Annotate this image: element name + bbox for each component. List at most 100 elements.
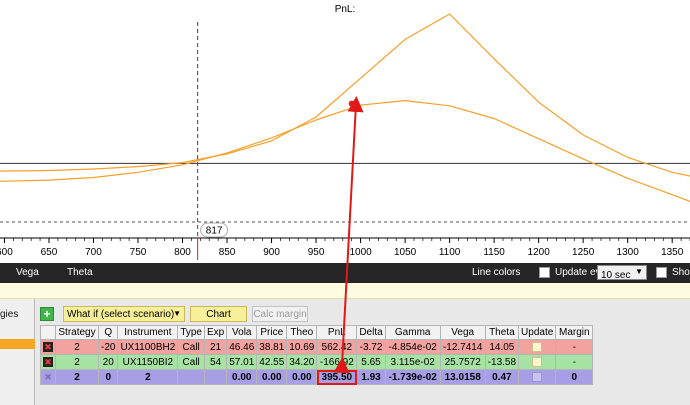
price-cell[interactable]: 42.55 [256,354,288,370]
update-cell[interactable] [518,339,557,355]
theo-cell: 10.69 [286,339,318,355]
delta-cell: -3.72 [356,339,386,355]
x-tick-label: 750 [130,247,147,258]
x-tick-label: 950 [308,247,325,258]
x-tick-label: 700 [85,247,102,258]
quantity-cell[interactable]: -20 [97,339,119,355]
x-tick-label: 600 [0,247,13,258]
vola-cell[interactable]: 57.01 [226,354,258,370]
chart-title: PnL: [334,4,356,15]
line-colors-link[interactable]: Line colors [472,267,520,278]
pnl-cell: -166.92 [316,354,358,370]
x-tick-label: 1350 [661,247,684,258]
x-tick-label: 900 [263,247,280,258]
table-row[interactable]: ✖ 2 -20 UX1100BH2 Call 21 46.46 38.81 10… [40,339,594,355]
column-header[interactable]: Type [177,325,205,340]
gamma-cell: -4.854e-02 [384,339,441,355]
delta-cell: 1.93 [356,369,386,385]
x-tick-label: 1100 [439,247,461,258]
update-every-checkbox[interactable] [539,267,550,278]
strategy-panel: gies + What if (select scenario) ▼ Chart… [0,299,690,405]
theo-cell: 34.20 [286,354,318,370]
info-strip [0,283,690,299]
column-header[interactable]: Theta [484,325,520,340]
delete-icon: ✖ [44,371,52,382]
greeks-toolbar: Vega Theta Line colors Update every 10 s… [0,263,690,283]
x-tick-label: 1050 [394,247,417,258]
vega-cell: 13.0158 [439,369,486,385]
theta-cell: 0.47 [484,369,520,385]
type-cell [177,369,205,385]
x-tick-label: 800 [174,247,191,258]
price-cell: 0.00 [256,369,288,385]
update-checkbox[interactable] [532,356,543,367]
show-checkbox[interactable] [656,267,667,278]
update-checkbox[interactable] [532,341,543,352]
scenario-select-value: What if (select scenario) [67,309,175,320]
theta-toggle[interactable]: Theta [67,267,93,278]
exp-cell [203,369,228,385]
column-header[interactable]: Vega [439,325,486,340]
instrument-cell: 2 [117,369,179,385]
instrument-cell[interactable]: UX1100BH2 [117,339,179,355]
column-header[interactable]: Delta [356,325,386,340]
strategy-cell[interactable]: 2 [55,339,99,355]
update-interval-select[interactable]: 10 sec ▼ [597,265,647,281]
column-header[interactable]: Instrument [117,325,179,340]
x-tick-label: 1000 [349,247,372,258]
strategies-sidebar-label: gies [0,309,19,320]
price-cell[interactable]: 38.81 [256,339,288,355]
delete-row-cell[interactable]: ✖ [40,354,56,370]
update-interval-value: 10 sec [601,270,631,281]
update-cell[interactable] [518,354,557,370]
strategy-cell: 2 [55,369,99,385]
cursor-label: 817 [206,226,223,237]
theta-cell: 14.05 [484,339,520,355]
column-header[interactable]: Update [518,325,557,340]
instrument-cell[interactable]: UX1150BI2 [117,354,179,370]
type-cell: Call [177,339,205,355]
exp-cell: 54 [203,354,228,370]
table-total-row: ✖ 2 0 2 0.00 0.00 0.00 395.50 1.93 -1.73… [40,369,594,385]
selected-strategy-item[interactable] [0,339,35,349]
column-header[interactable]: Exp [203,325,228,340]
delete-icon[interactable]: ✖ [43,356,53,367]
add-position-button[interactable]: + [40,307,54,321]
update-cell [518,369,557,385]
delete-row-cell[interactable]: ✖ [40,339,56,355]
column-header[interactable]: PnL [316,325,358,340]
column-header[interactable]: Gamma [384,325,441,340]
pnl-chart-area[interactable]: PnL: 600 650 700 750 800 850 900 950 1000 1050 110… [0,0,690,374]
table-row[interactable]: ✖ 2 20 UX1150BI2 Call 54 57.01 42.55 34.… [40,354,594,370]
total-pnl-cell: 395.50 [316,369,358,385]
margin-cell: - [555,354,594,370]
delta-cell: 5.65 [356,354,386,370]
chart-button[interactable]: Chart [190,306,247,322]
delete-row-cell: ✖ [40,369,56,385]
calc-margin-button[interactable]: Calc margin [252,306,308,322]
delete-icon[interactable]: ✖ [43,341,53,352]
x-tick-label: 650 [41,247,58,258]
column-header[interactable]: Margin [555,325,594,340]
gamma-cell: 3.115e-02 [384,354,441,370]
pnl-curve-2 [0,99,690,202]
strategy-cell[interactable]: 2 [55,354,99,370]
column-header[interactable]: Price [256,325,288,340]
vola-cell[interactable]: 46.46 [226,339,258,355]
column-header[interactable]: Theo [286,325,318,340]
quantity-cell[interactable]: 20 [97,354,119,370]
chevron-down-icon: ▼ [173,309,181,318]
vega-toggle[interactable]: Vega [16,267,39,278]
column-header[interactable]: Strategy [55,325,99,340]
vola-cell: 0.00 [226,369,258,385]
theta-cell: -13.58 [484,354,520,370]
margin-cell: - [555,339,594,355]
x-tick-label: 850 [219,247,236,258]
margin-cell: 0 [555,369,594,385]
pnl-curve-1 [0,13,690,177]
scenario-select[interactable]: What if (select scenario) ▼ [63,306,185,322]
chevron-down-icon: ▼ [635,267,643,276]
x-tick-label: 1250 [572,247,595,258]
column-header[interactable]: Q [97,325,119,340]
column-header[interactable]: Vola [226,325,258,340]
